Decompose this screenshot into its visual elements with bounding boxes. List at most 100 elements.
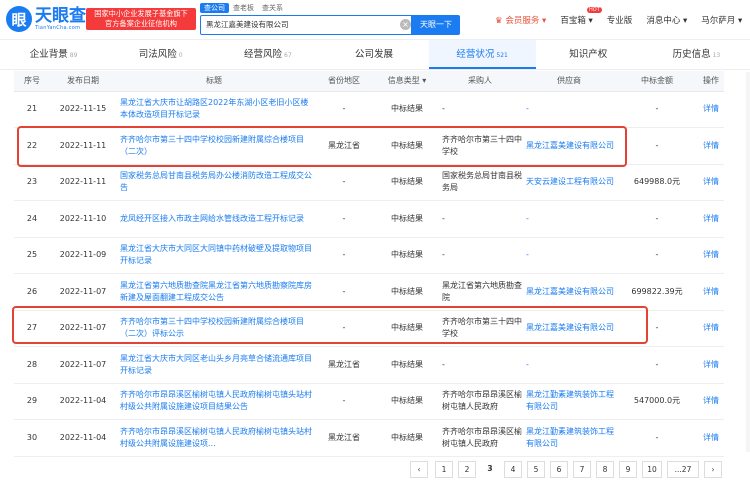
cell-amount: 649988.0元 [616, 164, 698, 201]
detail-button[interactable]: 详情 [698, 310, 724, 347]
search-input[interactable]: 黑龙江嘉美建设有限公司 [200, 15, 412, 35]
cell-supplier-link[interactable]: 黑龙江嘉美建设有限公司 [522, 273, 616, 311]
cell-buyer: 黑龙江省第六地质勘查院 [438, 273, 522, 311]
page-button[interactable]: 4 [504, 461, 522, 478]
cell-supplier-link[interactable]: - [522, 200, 616, 238]
cell-supplier-link[interactable]: - [522, 237, 616, 274]
cell-amount: - [616, 419, 698, 457]
filter-icon[interactable]: ▾ [422, 76, 426, 85]
tab-label: 知识产权 [569, 49, 608, 60]
table-row: 21 2022-11-15 黑龙江省大庆市让胡路区2022年东湖小区老旧小区楼本… [14, 91, 724, 128]
detail-button[interactable]: 详情 [698, 273, 724, 311]
prev-page-button[interactable]: ‹ [410, 461, 428, 478]
cell-title-link[interactable]: 黑龙江省大庆市大同区大同镇中药材破壁及提取物项目开标记录 [116, 237, 312, 274]
page-button-current[interactable]: 3 [481, 461, 499, 478]
cell-date: 2022-11-07 [50, 273, 116, 311]
cell-type: 中标结果 [376, 237, 438, 274]
cell-region: 黑龙江省 [312, 346, 376, 384]
cell-amount: 699822.39元 [616, 273, 698, 311]
page-button[interactable]: 10 [642, 461, 662, 478]
table-row: 30 2022-11-04 齐齐哈尔市昂昂溪区榆树屯镇人民政府榆树屯镇头站村村级… [14, 419, 724, 457]
vip-service-link[interactable]: ♛ 会员服务 ▾ [495, 14, 546, 26]
page-button[interactable]: 7 [573, 461, 591, 478]
cell-date: 2022-11-15 [50, 91, 116, 128]
cell-region: - [312, 91, 376, 128]
cell-no: 25 [14, 237, 50, 274]
highlight-box-row-22 [17, 126, 627, 167]
clear-icon[interactable]: × [400, 19, 411, 30]
cell-buyer: 国家税务总局甘南县税务局 [438, 164, 522, 201]
cell-title-link[interactable]: 黑龙江省大庆市大同区老山头乡月亮草合储流通库项目开标记录 [116, 346, 312, 384]
cell-buyer: 齐齐哈尔市昂昂溪区榆树屯镇人民政府 [438, 419, 522, 457]
detail-button[interactable]: 详情 [698, 164, 724, 201]
vip-service-label: 会员服务 [505, 16, 540, 26]
cell-date: 2022-11-11 [50, 164, 116, 201]
table-row: 23 2022-11-11 国家税务总局甘南县税务局办公楼消防改造工程成交公告 … [14, 164, 724, 201]
cell-region: - [312, 237, 376, 274]
top-nav: ♛ 会员服务 ▾ 百宝箱 ▾ 专业版 消息中心 ▾ 马尔萨月 ▾ [495, 14, 742, 26]
col-header-title: 标题 [116, 71, 312, 92]
tab-count: 0 [178, 52, 183, 59]
cell-supplier-link[interactable]: - [522, 91, 616, 128]
cell-buyer: - [438, 200, 522, 238]
scrollbar[interactable] [746, 72, 750, 452]
cell-date: 2022-11-04 [50, 383, 116, 420]
search-type-tabs: 查公司 查老板 查关系 [200, 3, 287, 13]
next-page-button[interactable]: › [704, 461, 722, 478]
pro-version-link[interactable]: 专业版 [607, 14, 633, 26]
user-menu[interactable]: 马尔萨月 ▾ [701, 14, 742, 26]
tab-operating-status[interactable]: 经营状况 521 [428, 40, 536, 69]
tab-history[interactable]: 历史信息 13 [643, 40, 750, 69]
treasure-box-label: 百宝箱 [560, 16, 586, 26]
table-row: 28 2022-11-07 黑龙江省大庆市大同区老山头乡月亮草合储流通库项目开标… [14, 346, 724, 384]
cell-title-link[interactable]: 国家税务总局甘南县税务局办公楼消防改造工程成交公告 [116, 164, 312, 201]
detail-button[interactable]: 详情 [698, 127, 724, 165]
cell-title-link[interactable]: 齐齐哈尔市昂昂溪区榆树屯镇人民政府榆树屯镇头站村村级公共附属设施建设项... [116, 419, 312, 457]
cell-title-link[interactable]: 齐齐哈尔市昂昂溪区榆树屯镇人民政府榆树屯镇头站村村级公共附属设施建设项目结果公告 [116, 383, 312, 420]
page-button-last[interactable]: ...27 [667, 461, 699, 478]
tab-judicial-risk[interactable]: 司法风险 0 [107, 40, 214, 69]
detail-button[interactable]: 详情 [698, 237, 724, 274]
detail-button[interactable]: 详情 [698, 200, 724, 238]
col-header-buyer: 采购人 [438, 71, 522, 92]
search-tab-company[interactable]: 查公司 [200, 3, 229, 13]
section-tabs: 企业背景 89 司法风险 0 经营风险 67 公司发展 经营状况 521 知识产权 历史… [0, 40, 750, 70]
tab-company-development[interactable]: 公司发展 [321, 40, 428, 69]
cell-no: 24 [14, 200, 50, 238]
detail-button[interactable]: 详情 [698, 346, 724, 384]
search-button[interactable]: 天眼一下 [412, 15, 460, 35]
logo-icon: 眼 [6, 6, 32, 32]
page-button[interactable]: 9 [619, 461, 637, 478]
cell-supplier-link[interactable]: - [522, 346, 616, 384]
page-button[interactable]: 1 [435, 461, 453, 478]
treasure-box-link[interactable]: 百宝箱 ▾ [560, 14, 592, 26]
cell-buyer: - [438, 237, 522, 274]
tab-business-risk[interactable]: 经营风险 67 [214, 40, 321, 69]
message-center-link[interactable]: 消息中心 ▾ [646, 14, 687, 26]
cell-title-link[interactable]: 龙凤经开区接入市政主网给水管线改造工程开标记录 [116, 200, 312, 238]
page-button[interactable]: 5 [527, 461, 545, 478]
cell-title-link[interactable]: 黑龙江省大庆市让胡路区2022年东湖小区老旧小区楼本体改造项目开标记录 [116, 91, 312, 128]
cell-type: 中标结果 [376, 383, 438, 420]
page-button[interactable]: 6 [550, 461, 568, 478]
cell-title-link[interactable]: 黑龙江省第六地质勘查院黑龙江省第六地质勘察院库房新建及屋面翻建工程成交公告 [116, 273, 312, 311]
gov-badge[interactable]: 国家中小企业发展子基金旗下 官方备案企业征信机构 [86, 8, 196, 30]
col-header-supplier: 供应商 [522, 71, 616, 92]
page-button[interactable]: 8 [596, 461, 614, 478]
search-tab-boss[interactable]: 查老板 [229, 3, 258, 13]
detail-button[interactable]: 详情 [698, 91, 724, 128]
cell-supplier-link[interactable]: 黑龙江勤素建筑装饰工程有限公司 [522, 419, 616, 457]
tab-intellectual-property[interactable]: 知识产权 [536, 40, 643, 69]
cell-supplier-link[interactable]: 天安云建设工程有限公司 [522, 164, 616, 201]
page-button[interactable]: 2 [458, 461, 476, 478]
gov-badge-line1: 国家中小企业发展子基金旗下 [94, 9, 188, 18]
detail-button[interactable]: 详情 [698, 383, 724, 420]
tab-enterprise-background[interactable]: 企业背景 89 [0, 40, 107, 69]
cell-supplier-link[interactable]: 黑龙江勤素建筑装饰工程有限公司 [522, 383, 616, 420]
logo[interactable]: 眼 天眼查 TianYanCha.com [6, 6, 86, 32]
cell-amount: - [616, 200, 698, 238]
detail-button[interactable]: 详情 [698, 419, 724, 457]
search-tab-relation[interactable]: 查关系 [258, 3, 287, 13]
tab-label: 企业背景 [29, 49, 68, 60]
logo-text: 天眼查 TianYanCha.com [35, 7, 86, 32]
